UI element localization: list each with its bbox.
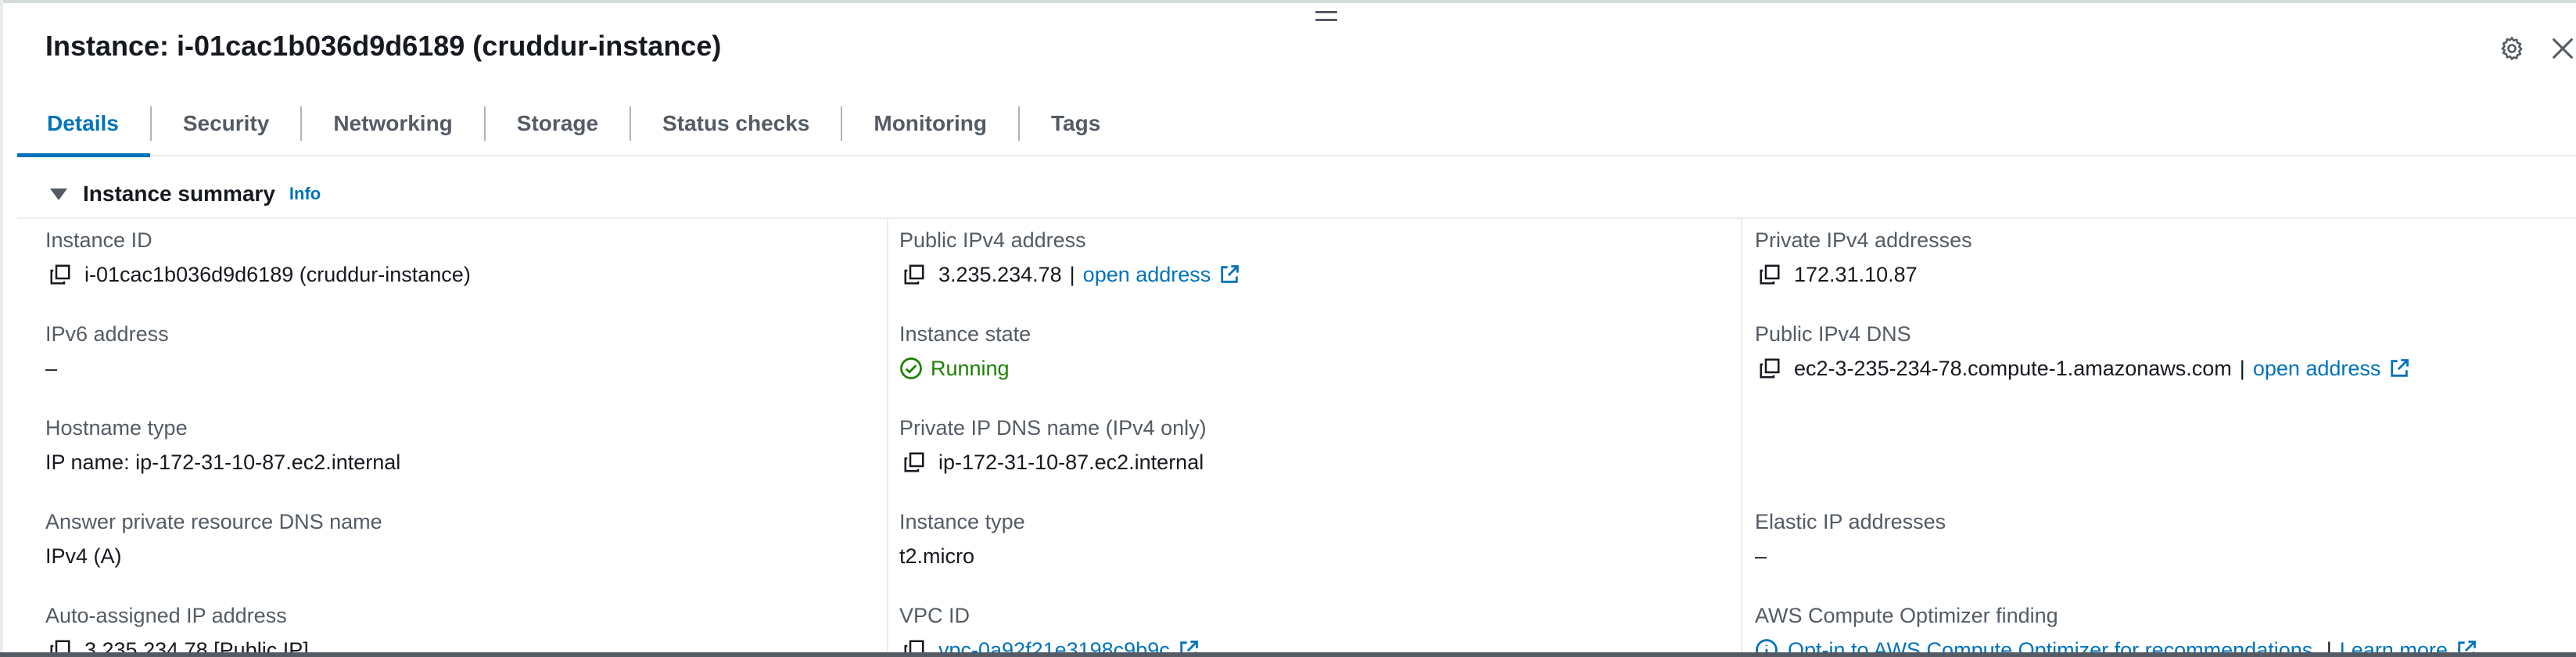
tab-bar: Details Security Networking Storage Stat… xyxy=(17,92,2576,157)
field-label: Public IPv4 address xyxy=(899,228,1086,252)
field-elastic-ip: Elastic IP addresses – xyxy=(1755,508,2537,569)
field-answer-dns: Answer private resource DNS name IPv4 (A… xyxy=(45,508,827,569)
field-label: Answer private resource DNS name xyxy=(45,510,382,533)
section-title: Instance summary xyxy=(83,181,275,206)
hostname-type-value: IP name: ip-172-31-10-87.ec2.internal xyxy=(45,451,401,474)
instance-state-value: Running xyxy=(931,357,1010,380)
field-label: AWS Compute Optimizer finding xyxy=(1755,604,2058,627)
tab-status-checks[interactable]: Status checks xyxy=(631,92,841,156)
window-bottom-edge xyxy=(0,652,2576,657)
field-label: VPC ID xyxy=(899,604,970,627)
column-divider xyxy=(887,219,888,657)
instance-id-value: i-01cac1b036d9d6189 (cruddur-instance) xyxy=(84,263,471,286)
page-title: Instance: i-01cac1b036d9d6189 (cruddur-i… xyxy=(45,30,722,62)
tab-monitoring[interactable]: Monitoring xyxy=(842,92,1018,156)
copy-icon[interactable] xyxy=(902,451,926,474)
field-instance-id: Instance ID i-01cac1b036d9d6189 (cruddur… xyxy=(45,227,827,288)
field-compute-optimizer: AWS Compute Optimizer finding Opt-in to … xyxy=(1755,602,2537,657)
field-label: IPv6 address xyxy=(45,322,169,346)
field-label: Instance ID xyxy=(45,228,152,252)
answer-dns-value: IPv4 (A) xyxy=(45,544,122,568)
tab-details[interactable]: Details xyxy=(17,92,150,157)
field-label: Public IPv4 DNS xyxy=(1755,322,1911,346)
tab-storage[interactable]: Storage xyxy=(486,92,630,156)
grid-divider xyxy=(17,217,2576,219)
field-value: 172.31.10.87 xyxy=(1755,261,2537,288)
field-label: Instance state xyxy=(899,322,1031,346)
panel-header: Instance: i-01cac1b036d9d6189 (cruddur-i… xyxy=(0,3,2576,92)
instance-summary-header[interactable]: Instance summary Info xyxy=(50,181,321,206)
header-actions xyxy=(2496,33,2576,64)
field-value: Running xyxy=(899,355,1681,382)
field-private-ipv4: Private IPv4 addresses 172.31.10.87 xyxy=(1755,227,2537,288)
public-dns-value: ec2-3-235-234-78.compute-1.amazonaws.com xyxy=(1794,357,2232,380)
field-auto-ip: Auto-assigned IP address 3.235.234.78 [P… xyxy=(45,602,827,657)
field-instance-state: Instance state Running xyxy=(899,321,1681,382)
tab-tags[interactable]: Tags xyxy=(1020,92,1132,156)
copy-icon[interactable] xyxy=(48,263,72,286)
private-ipv4-value: 172.31.10.87 xyxy=(1794,263,1918,286)
field-public-ipv4: Public IPv4 address 3.235.234.78 | open … xyxy=(899,227,1681,288)
field-label: Private IPv4 addresses xyxy=(1755,228,1972,252)
field-value: ec2-3-235-234-78.compute-1.amazonaws.com… xyxy=(1755,355,2537,382)
ipv6-value: – xyxy=(45,357,58,380)
left-edge xyxy=(0,0,3,657)
tab-networking[interactable]: Networking xyxy=(302,92,483,156)
copy-icon[interactable] xyxy=(1758,263,1781,286)
field-public-dns: Public IPv4 DNS ec2-3-235-234-78.compute… xyxy=(1755,321,2537,382)
field-instance-type: Instance type t2.micro xyxy=(899,508,1681,569)
column-divider xyxy=(1741,219,1742,657)
field-label: Instance type xyxy=(899,510,1025,533)
field-label: Hostname type xyxy=(45,416,188,440)
field-value: ip-172-31-10-87.ec2.internal xyxy=(899,449,1681,476)
field-hostname-type: Hostname type IP name: ip-172-31-10-87.e… xyxy=(45,415,827,476)
tab-security[interactable]: Security xyxy=(152,92,301,156)
open-address-link[interactable]: open address xyxy=(1083,261,1211,288)
open-address-link[interactable]: open address xyxy=(2253,355,2381,382)
copy-icon[interactable] xyxy=(902,263,926,286)
field-label: Auto-assigned IP address xyxy=(45,604,287,627)
instance-type-value: t2.micro xyxy=(899,544,975,568)
elastic-ip-value: – xyxy=(1755,544,1767,568)
separator: | xyxy=(2239,357,2245,380)
gear-icon[interactable] xyxy=(2496,33,2528,64)
external-link-icon[interactable] xyxy=(1218,264,1240,285)
info-link[interactable]: Info xyxy=(289,184,321,204)
field-ipv6: IPv6 address – xyxy=(45,321,827,382)
public-ipv4-value: 3.235.234.78 xyxy=(938,263,1062,286)
field-label: Elastic IP addresses xyxy=(1755,510,1946,533)
field-label: Private IP DNS name (IPv4 only) xyxy=(899,416,1207,440)
close-icon[interactable] xyxy=(2549,33,2576,64)
field-value: i-01cac1b036d9d6189 (cruddur-instance) xyxy=(45,261,827,288)
caret-down-icon[interactable] xyxy=(50,188,67,200)
field-vpc-id: VPC ID vpc-0a92f21e3198c9b9c xyxy=(899,602,1681,657)
separator: | xyxy=(1069,263,1075,286)
field-private-dns: Private IP DNS name (IPv4 only) ip-172-3… xyxy=(899,415,1681,476)
status-ok-icon xyxy=(900,357,922,379)
private-dns-value: ip-172-31-10-87.ec2.internal xyxy=(938,451,1204,474)
external-link-icon[interactable] xyxy=(2388,357,2410,379)
copy-icon[interactable] xyxy=(1758,357,1781,380)
field-value: 3.235.234.78 | open address xyxy=(899,261,1681,288)
